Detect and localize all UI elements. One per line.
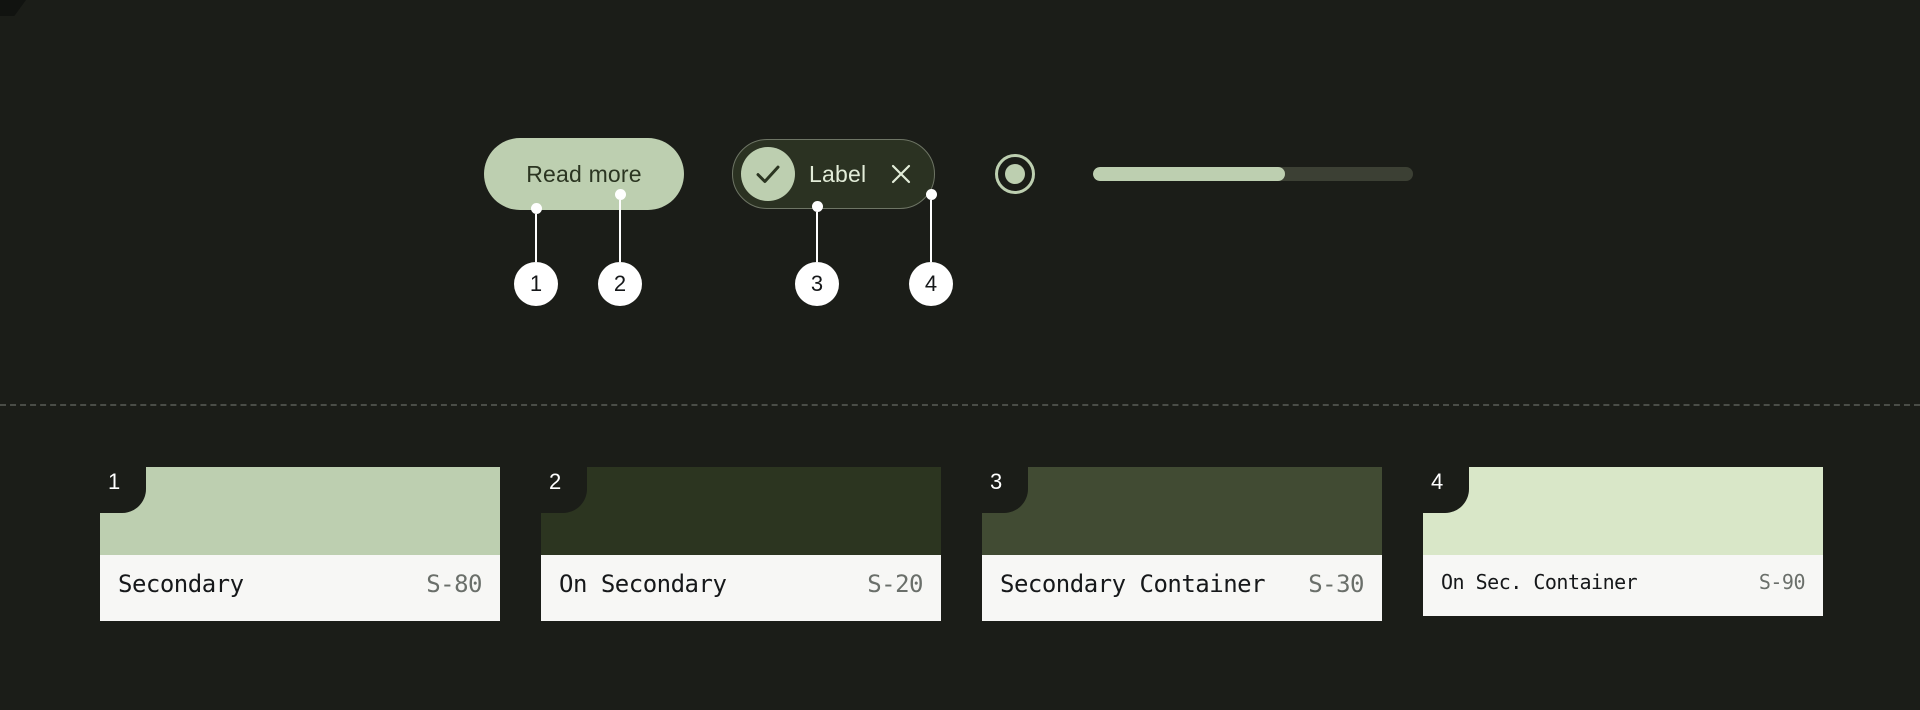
swatch-token: S-90 <box>1758 570 1806 594</box>
swatch-card-info: Secondary Container S-30 <box>982 555 1382 621</box>
callout-badge[interactable]: 2 <box>598 262 642 306</box>
swatch-card[interactable]: On Secondary S-20 2 <box>541 467 941 621</box>
swatch-name: Secondary <box>118 570 244 598</box>
swatch-token: S-80 <box>426 570 482 598</box>
read-more-button[interactable]: Read more <box>484 138 684 210</box>
component-demo-area: Read more Label 1 2 3 4 <box>0 0 1920 404</box>
swatch-card[interactable]: Secondary Container S-30 3 <box>982 467 1382 621</box>
swatch-name: Secondary Container <box>1000 570 1266 598</box>
swatch-card-info: Secondary S-80 <box>100 555 500 621</box>
swatch-card-list: Secondary S-80 1 On Secondary S-20 2 Sec… <box>100 467 1823 621</box>
callout-dot <box>530 203 542 214</box>
swatch-card[interactable]: Secondary S-80 1 <box>100 467 500 621</box>
check-icon <box>741 147 795 201</box>
swatch-color-block <box>541 467 941 555</box>
swatch-color-block <box>100 467 500 555</box>
radio-dot <box>1005 164 1026 184</box>
progress-bar-fill <box>1093 167 1286 181</box>
callout-3: 3 <box>795 201 839 306</box>
swatch-card-info: On Secondary S-20 <box>541 555 941 621</box>
swatch-color-block <box>982 467 1382 555</box>
callout-dot <box>925 189 937 200</box>
callout-badge[interactable]: 4 <box>909 262 953 306</box>
swatch-color-block <box>1423 467 1823 555</box>
callout-2: 2 <box>598 189 642 306</box>
callout-line <box>930 200 932 262</box>
close-icon[interactable] <box>886 159 916 189</box>
chip-label: Label <box>809 160 867 187</box>
callout-dot <box>811 201 823 212</box>
radio-button-selected[interactable] <box>995 154 1036 194</box>
swatch-name: On Sec. Container <box>1441 570 1638 594</box>
callout-line <box>619 200 621 262</box>
swatch-token: S-20 <box>867 570 923 598</box>
callout-dot <box>614 189 626 200</box>
swatch-name: On Secondary <box>559 570 727 598</box>
swatch-card-info: On Sec. Container S-90 <box>1423 555 1823 616</box>
progress-bar[interactable] <box>1093 167 1414 181</box>
callout-badge[interactable]: 1 <box>514 262 558 306</box>
swatch-card[interactable]: On Sec. Container S-90 4 <box>1423 467 1823 621</box>
callout-1: 1 <box>514 203 558 306</box>
callout-4: 4 <box>909 189 953 306</box>
callout-badge[interactable]: 3 <box>795 262 839 306</box>
label-chip[interactable]: Label <box>732 139 936 209</box>
swatch-token: S-30 <box>1308 570 1364 598</box>
callout-line <box>535 214 537 262</box>
section-divider <box>0 404 1920 406</box>
callout-line <box>816 212 818 262</box>
